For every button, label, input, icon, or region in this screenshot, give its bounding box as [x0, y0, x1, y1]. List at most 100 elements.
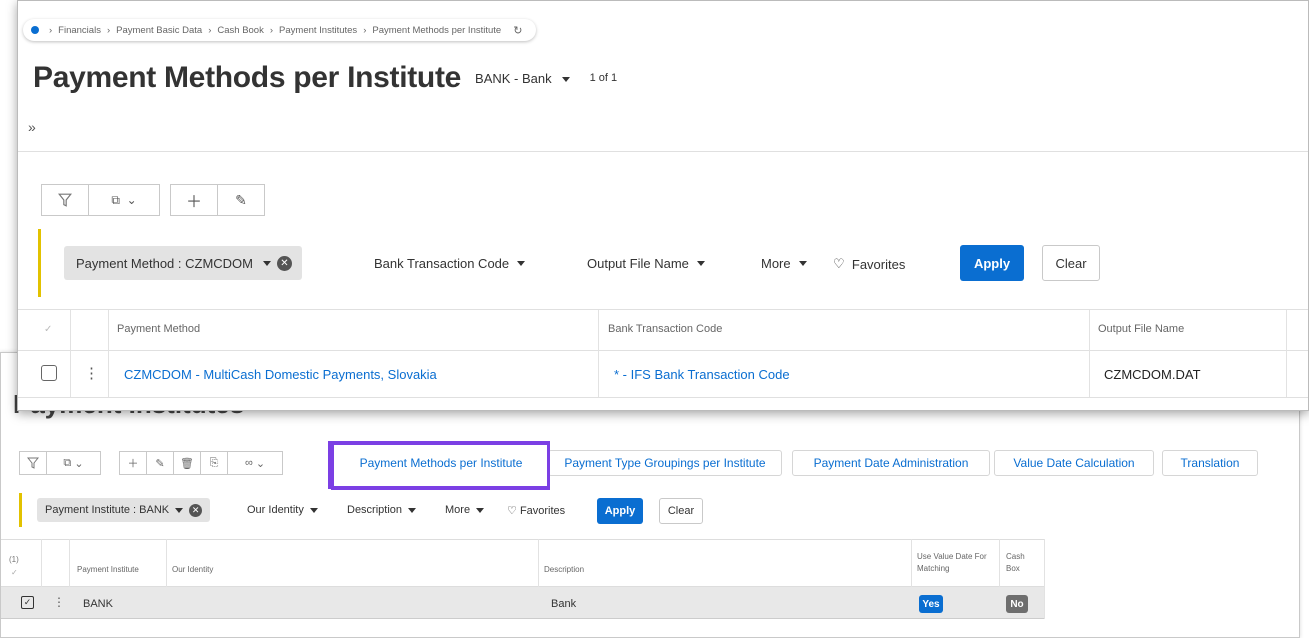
- table-top-border: [18, 309, 1308, 310]
- caret-icon: [798, 261, 807, 266]
- column-divider: [1044, 539, 1045, 619]
- header-use-value-date[interactable]: Use Value Date For Matching: [917, 551, 987, 575]
- filter-more[interactable]: More: [445, 504, 485, 516]
- caret-icon: [263, 260, 271, 266]
- row-menu-icon[interactable]: ⋮: [53, 595, 65, 609]
- header-description[interactable]: Description: [544, 565, 584, 574]
- add-button[interactable]: ＋: [170, 184, 218, 216]
- column-divider: [1286, 310, 1287, 397]
- context-label: BANK - Bank: [475, 70, 552, 86]
- export-button[interactable]: ⧉ ⌄: [88, 184, 160, 216]
- table-header: [1, 539, 1044, 587]
- refresh-icon[interactable]: ↻: [513, 24, 522, 37]
- breadcrumb-item[interactable]: Financials: [58, 25, 101, 36]
- cell-payment-method-link[interactable]: CZMCDOM - MultiCash Domestic Payments, S…: [124, 367, 437, 382]
- filter-item-label: Description: [347, 504, 403, 516]
- apply-button[interactable]: Apply: [960, 245, 1024, 281]
- cell-output-file-name: CZMCDOM.DAT: [1104, 367, 1201, 382]
- institutes-table: (1) ✓ Payment Institute Our Identity Des…: [1, 539, 1299, 637]
- row-menu-icon[interactable]: ⋮: [84, 364, 99, 382]
- breadcrumb: › Financials › Payment Basic Data › Cash Bo…: [23, 19, 537, 41]
- caret-icon: [476, 507, 485, 513]
- copy-button[interactable]: ⎘: [200, 451, 228, 475]
- table-row-border: [18, 397, 1308, 398]
- edit-button[interactable]: ✎: [146, 451, 174, 475]
- edit-button[interactable]: ✎: [217, 184, 265, 216]
- header-cash-box[interactable]: Cash Box: [1006, 551, 1036, 575]
- add-button[interactable]: ＋: [119, 451, 147, 475]
- link-icon: ∞: [244, 457, 253, 469]
- filter-item-label: More: [445, 504, 471, 516]
- breadcrumb-item[interactable]: Payment Institutes: [279, 25, 357, 36]
- filter-output-file-name[interactable]: Output File Name: [587, 256, 705, 271]
- expand-icon[interactable]: »: [28, 119, 36, 135]
- caret-icon: [517, 261, 526, 266]
- column-divider: [70, 310, 71, 397]
- table-row[interactable]: [1, 587, 1044, 619]
- payment-methods-window: › Financials › Payment Basic Data › Cash Bo…: [17, 0, 1309, 411]
- remove-filter-icon[interactable]: ✕: [277, 255, 292, 271]
- tab-payment-type-groupings[interactable]: Payment Type Groupings per Institute: [548, 450, 782, 476]
- select-all-check-icon[interactable]: ✓: [11, 568, 18, 577]
- heart-icon: ♡: [833, 256, 845, 271]
- context-selector[interactable]: BANK - Bank: [475, 71, 570, 86]
- select-all-check-icon[interactable]: ✓: [44, 324, 52, 335]
- favorites-label: Favorites: [851, 256, 906, 272]
- filter-chip-label: Payment Method : CZMCDOM: [76, 255, 253, 271]
- filter-bar-marker: [19, 493, 22, 527]
- filter-item-label: More: [761, 256, 791, 271]
- table-header-border: [18, 350, 1308, 351]
- filter-more[interactable]: More: [761, 256, 807, 271]
- filter-our-identity[interactable]: Our Identity: [247, 504, 318, 516]
- page-title: Payment Methods per Institute: [33, 61, 462, 94]
- caret-icon: [696, 261, 705, 266]
- filter-chip-payment-institute[interactable]: Payment Institute : BANK ✕: [37, 498, 211, 522]
- filter-chip-payment-method[interactable]: Payment Method : CZMCDOM ✕: [64, 246, 302, 280]
- caret-icon: [561, 76, 570, 82]
- column-divider: [598, 310, 599, 397]
- tab-value-date-calculation[interactable]: Value Date Calculation: [994, 450, 1154, 476]
- export-icon: ⧉: [111, 192, 120, 207]
- cell-bank-transaction-code-link[interactable]: * - IFS Bank Transaction Code: [614, 367, 790, 382]
- favorites-button[interactable]: ♡ Favorites: [507, 504, 566, 518]
- filter-bank-transaction-code[interactable]: Bank Transaction Code: [374, 256, 526, 271]
- row-checkbox[interactable]: [41, 365, 57, 381]
- filter-button[interactable]: [41, 184, 89, 216]
- home-icon[interactable]: [31, 26, 39, 34]
- delete-button[interactable]: 🗑: [173, 451, 201, 475]
- copy-icon: ⎘: [209, 456, 219, 469]
- export-button[interactable]: ⧉ ⌄: [46, 451, 101, 475]
- record-count: 1 of 1: [589, 72, 618, 84]
- chevron-down-icon: ⌄: [74, 457, 84, 470]
- breadcrumb-item[interactable]: Payment Basic Data: [116, 25, 202, 36]
- header-payment-method[interactable]: Payment Method: [117, 323, 200, 335]
- clear-button[interactable]: Clear: [659, 498, 703, 524]
- remove-filter-icon[interactable]: ✕: [189, 503, 203, 517]
- filter-button[interactable]: [19, 451, 47, 475]
- favorites-label: Favorites: [519, 504, 566, 517]
- separator: [18, 151, 1308, 152]
- header-output-file-name[interactable]: Output File Name: [1098, 323, 1184, 335]
- chevron-down-icon: ⌄: [255, 457, 266, 470]
- breadcrumb-item[interactable]: Cash Book: [217, 25, 263, 36]
- favorites-button[interactable]: ♡ Favorites: [833, 256, 905, 272]
- filter-bar-marker: [38, 229, 41, 297]
- delete-icon: 🗑: [180, 457, 194, 470]
- clear-button[interactable]: Clear: [1042, 245, 1100, 281]
- selected-count: (1): [9, 555, 19, 564]
- header-our-identity[interactable]: Our Identity: [172, 565, 213, 574]
- cell-description: Bank: [551, 598, 577, 610]
- header-payment-institute[interactable]: Payment Institute: [77, 565, 139, 574]
- filter-icon: [58, 193, 72, 207]
- tab-payment-methods-per-institute[interactable]: Payment Methods per Institute: [336, 450, 546, 476]
- tab-translation[interactable]: Translation: [1162, 450, 1258, 476]
- yes-badge: Yes: [919, 595, 943, 613]
- add-icon: ＋: [185, 194, 202, 211]
- cell-payment-institute: BANK: [83, 598, 113, 610]
- apply-button[interactable]: Apply: [597, 498, 643, 524]
- link-button[interactable]: ∞ ⌄: [227, 451, 283, 475]
- header-bank-transaction-code[interactable]: Bank Transaction Code: [608, 323, 722, 335]
- row-checkbox[interactable]: ✓: [21, 596, 34, 609]
- filter-description[interactable]: Description: [347, 504, 417, 516]
- tab-payment-date-administration[interactable]: Payment Date Administration: [792, 450, 990, 476]
